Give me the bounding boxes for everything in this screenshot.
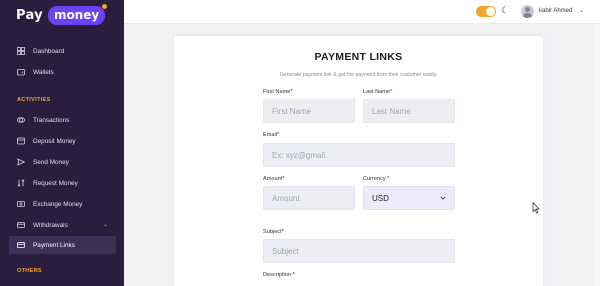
page-subtitle: Generate payment link & get the payment … [279,72,438,78]
avatar[interactable] [521,5,534,18]
last-name-label: Last Name* [363,89,392,95]
brand-name-part1: Pay [16,8,43,23]
required-mark: * [390,89,393,95]
required-mark: * [281,229,284,235]
email-field[interactable]: Ex: xyz@gmail. [263,143,455,167]
subject-input[interactable]: Subject [263,239,455,263]
send-icon [17,158,25,166]
section-label-others: OTHERS [17,268,42,274]
required-mark: * [282,176,285,182]
amount-label: Amount* [263,176,284,182]
description-label-text: Description [263,272,293,278]
sidebar-item-label: Wallets [33,68,54,76]
sidebar-item-wallets[interactable]: Wallets [9,63,116,81]
email-label: Email* [263,132,279,138]
sidebar-item-deposit-money[interactable]: Deposit Money [9,132,116,150]
currency-label-text: Currency [363,176,388,182]
sidebar: Pay money Dashboard Wallets ACTIVITIES T… [0,0,124,286]
first-name-label: First Name* [263,89,293,95]
required-mark: * [292,272,295,278]
exchange-icon [17,200,25,208]
currency-select[interactable]: USD [363,186,455,210]
sidebar-item-label: Deposit Money [33,137,76,145]
request-icon [17,179,25,187]
withdraw-icon [17,221,25,229]
sidebar-item-label: Exchange Money [33,200,83,208]
mouse-cursor-icon [532,202,540,214]
theme-toggle[interactable] [476,6,496,17]
chevron-down-icon[interactable]: ⌄ [103,221,108,228]
sidebar-item-label: Request Money [33,179,78,187]
page-title: PAYMENT LINKS [314,51,403,63]
top-bar: ☾ kabir Ahmed ⌄ [124,0,600,24]
sidebar-item-label: Transactions [33,116,70,124]
page-scrollbar[interactable] [594,24,600,286]
subject-label-text: Subject [263,229,282,235]
sidebar-item-request-money[interactable]: Request Money [9,174,116,192]
sidebar-item-label: Payment Links [33,241,75,249]
first-name-input[interactable]: First Name [263,99,355,123]
sidebar-item-send-money[interactable]: Send Money [9,153,116,171]
transactions-icon [17,116,25,124]
amount-label-text: Amount [263,176,283,182]
amount-input[interactable]: Amount [263,186,355,210]
required-mark: * [290,89,293,95]
last-name-label-text: Last Name [363,89,391,95]
required-mark: * [387,176,390,182]
description-label: Description * [263,272,295,278]
moon-icon[interactable]: ☾ [501,5,511,17]
brand-name-part2: money [47,4,108,25]
sidebar-item-dashboard[interactable]: Dashboard [9,42,116,60]
user-name[interactable]: kabir Ahmed [539,8,572,14]
sidebar-item-label: Dashboard [33,47,65,55]
sidebar-item-payment-links[interactable]: Payment Links [9,236,116,254]
brand-logo[interactable]: Pay money [16,4,108,25]
chevron-down-icon [440,196,446,200]
chevron-down-icon[interactable]: ⌄ [579,7,584,14]
deposit-icon [17,137,25,145]
sidebar-item-label: Withdrawals [33,221,68,229]
required-mark: * [277,132,280,138]
sidebar-item-withdrawals[interactable]: Withdrawals ⌄ [9,216,116,234]
first-name-label-text: First Name [263,89,291,95]
sidebar-item-exchange-money[interactable]: Exchange Money [9,195,116,213]
subject-label: Subject* [263,229,284,235]
email-label-text: Email [263,132,277,138]
sidebar-item-transactions[interactable]: Transactions [9,111,116,129]
dashboard-icon [17,47,25,55]
payment-links-card: PAYMENT LINKS Generate payment link & ge… [174,36,543,286]
sidebar-item-label: Send Money [33,158,69,166]
last-name-input[interactable]: Last Name [363,99,455,123]
currency-value: USD [372,193,389,203]
payment-link-icon [17,241,25,249]
wallet-icon [17,68,25,76]
currency-label: Currency * [363,176,389,182]
section-label-activities: ACTIVITIES [17,97,51,103]
